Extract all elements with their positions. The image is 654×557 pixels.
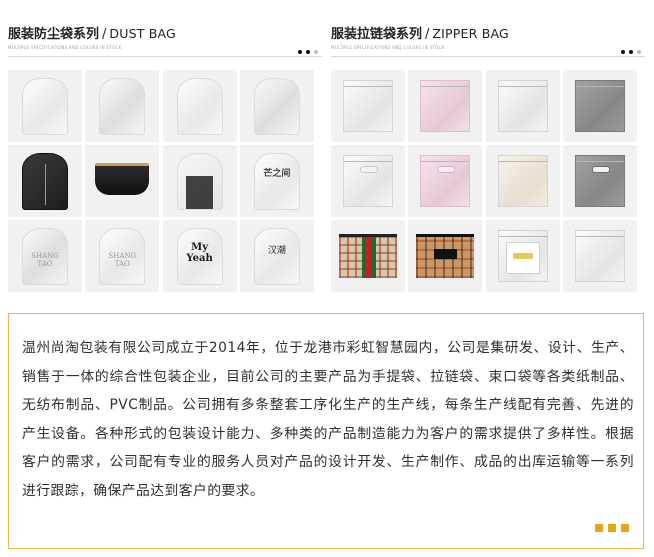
dust-bag-section: 服装防尘袋系列 / DUST BAG MULTIPLE SPECIFICATIONS…: [8, 26, 322, 292]
company-description: 温州尚淘包装有限公司成立于2014年，位于龙港市彩虹智慧园内，公司是集研发、设计…: [22, 340, 634, 499]
dust-bag-grid: 芒之间 SHANG TAO SHANG TAO My Yeah 汉潮: [8, 70, 314, 292]
dot-icon[interactable]: [306, 50, 310, 54]
carousel-dots[interactable]: [298, 50, 318, 54]
cream-zipper-bag-icon: [497, 155, 548, 207]
dot-icon[interactable]: [314, 50, 318, 54]
clear-zipper-bag-icon: [497, 80, 548, 132]
product-image[interactable]: [408, 70, 483, 142]
product-image[interactable]: [331, 220, 405, 292]
product-image[interactable]: [331, 145, 405, 217]
section-subtitle: MULTIPLE SPECIFICATIONS AND COLORS IN ST…: [8, 45, 122, 50]
dot-icon[interactable]: [629, 50, 633, 54]
product-image[interactable]: [8, 145, 82, 217]
product-image[interactable]: [485, 145, 560, 217]
product-image[interactable]: [331, 70, 405, 142]
product-image[interactable]: [85, 70, 160, 142]
square-icon: [595, 524, 603, 532]
black-garment-bag-icon: [22, 153, 68, 210]
product-image[interactable]: [8, 70, 82, 142]
product-image[interactable]: [85, 145, 160, 217]
section-header: 服装防尘袋系列 / DUST BAG MULTIPLE SPECIFICATIONS…: [8, 26, 322, 57]
product-image[interactable]: [162, 70, 237, 142]
divider: [331, 56, 645, 57]
grey-handle-zipper-bag-icon: [574, 155, 625, 207]
carousel-dots[interactable]: [621, 50, 641, 54]
striped-zipper-bag-icon: [339, 234, 397, 278]
section-subtitle: MULTIPLE SPECIFICATIONS AND COLORS IN ST…: [331, 45, 445, 50]
zipper-bag-section: 服装拉链袋系列 / ZIPPER BAG MULTIPLE SPECIFICATIO…: [331, 26, 645, 292]
product-image[interactable]: [408, 145, 483, 217]
black-zipper-pouch-icon: [95, 163, 150, 195]
product-image[interactable]: SHANG TAO: [85, 220, 160, 292]
decorative-squares: [595, 524, 629, 532]
handle-zipper-bag-icon: [343, 155, 393, 207]
bag-print-text: 汉潮: [267, 246, 286, 256]
product-image[interactable]: 芒之间: [239, 145, 314, 217]
product-image[interactable]: SHANG TAO: [8, 220, 82, 292]
product-image[interactable]: [562, 145, 637, 217]
grey-zipper-bag-icon: [574, 80, 625, 132]
bag-print-text: 芒之间: [263, 169, 291, 179]
product-image[interactable]: [485, 220, 560, 292]
product-image[interactable]: My Yeah: [162, 220, 237, 292]
printed-dust-bag-icon: [253, 153, 300, 210]
square-icon: [621, 524, 629, 532]
section-header: 服装拉链袋系列 / ZIPPER BAG MULTIPLE SPECIFICATIO…: [331, 26, 645, 57]
product-image[interactable]: [408, 220, 483, 292]
clear-zipper-bag-icon: [574, 230, 625, 282]
dot-icon[interactable]: [298, 50, 302, 54]
zipper-bag-grid: [331, 70, 637, 292]
divider: [8, 56, 322, 57]
company-description-box: 温州尚淘包装有限公司成立于2014年，位于龙港市彩虹智慧园内，公司是集研发、设计…: [8, 313, 644, 549]
pink-handle-zipper-bag-icon: [420, 155, 471, 207]
dot-icon[interactable]: [637, 50, 641, 54]
bag-print-text: SHANG TAO: [108, 252, 137, 268]
pink-zipper-bag-icon: [420, 80, 471, 132]
clear-zipper-bag-icon: [343, 80, 393, 132]
product-image[interactable]: 汉潮: [239, 220, 314, 292]
printed-dust-bag-icon: [253, 228, 300, 285]
clear-dust-bag-icon: [22, 78, 68, 135]
product-image[interactable]: [162, 145, 237, 217]
clear-dust-bag-icon: [253, 78, 300, 135]
check-zipper-bag-icon: [416, 234, 475, 278]
product-image[interactable]: [239, 70, 314, 142]
product-image[interactable]: [562, 70, 637, 142]
bag-print-text: SHANG TAO: [31, 252, 59, 268]
garment-cover-icon: [176, 153, 223, 210]
clear-dust-bag-icon: [176, 78, 223, 135]
square-icon: [608, 524, 616, 532]
bag-print-text: My Yeah: [186, 242, 213, 264]
product-image[interactable]: [562, 220, 637, 292]
clear-dust-bag-icon: [99, 78, 146, 135]
product-image[interactable]: [485, 70, 560, 142]
dot-icon[interactable]: [621, 50, 625, 54]
section-title: 服装防尘袋系列 / DUST BAG: [8, 26, 176, 42]
section-title: 服装拉链袋系列 / ZIPPER BAG: [331, 26, 509, 42]
tshirt-icon: [505, 242, 540, 274]
